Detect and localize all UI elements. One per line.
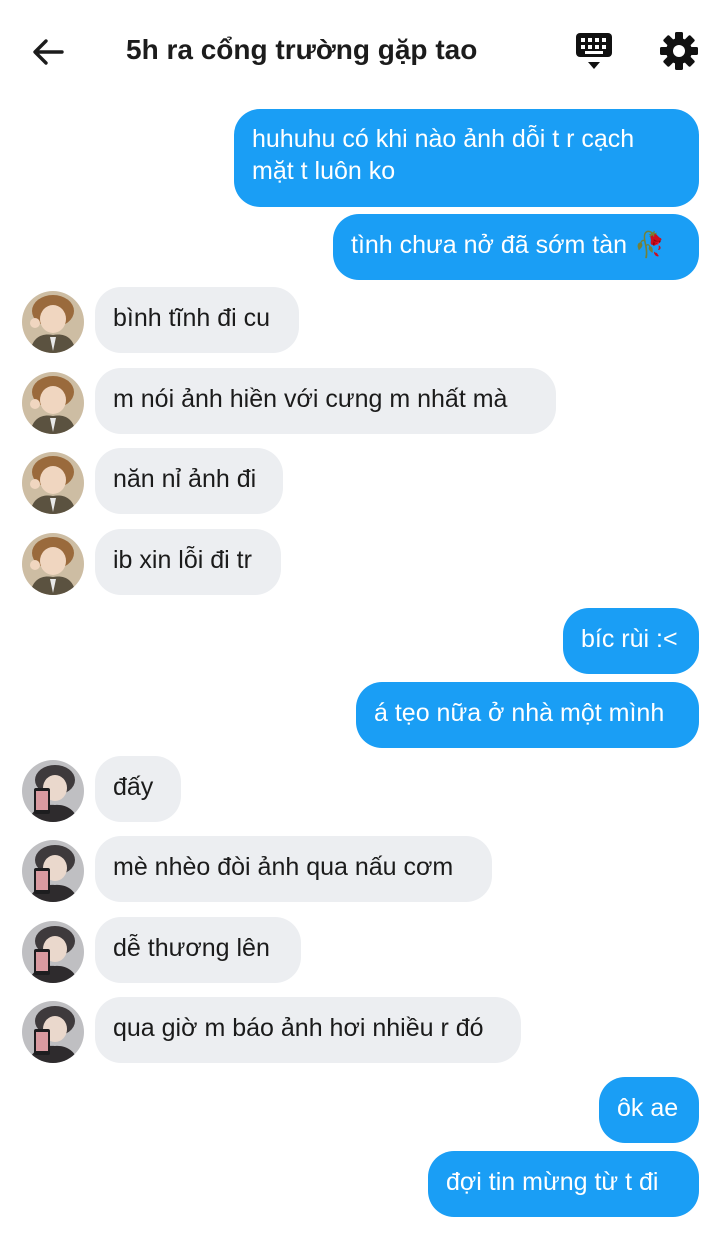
- message-text: dễ thương lên: [113, 934, 270, 962]
- message-bubble-incoming[interactable]: m nói ảnh hiền với cưng m nhất mà: [95, 368, 556, 434]
- message-text: bíc rùi :<: [581, 625, 678, 653]
- avatar-contact-a[interactable]: [22, 291, 84, 353]
- message-text: ôk ae: [617, 1094, 679, 1122]
- avatar-photo-icon: [22, 372, 84, 434]
- message-text: mè nhèo đòi ảnh qua nấu cơm: [113, 853, 454, 881]
- message-text: qua giờ m báo ảnh hơi nhiều r đó: [113, 1014, 484, 1042]
- message-bubble-outgoing[interactable]: ôk ae: [599, 1077, 699, 1143]
- chat-title: 5h ra cổng trường gặp tao: [126, 34, 478, 65]
- message-bubble-incoming[interactable]: qua giờ m báo ảnh hơi nhiều r đó: [95, 997, 521, 1063]
- avatar-photo-icon: [22, 840, 84, 902]
- message-bubble-incoming[interactable]: đấy: [95, 756, 181, 822]
- message-bubble-incoming[interactable]: dễ thương lên: [95, 917, 301, 983]
- avatar-photo-icon: [22, 452, 84, 514]
- message-bubble-incoming[interactable]: năn nỉ ảnh đi: [95, 448, 283, 514]
- message-text: huhuhu có khi nào ảnh dỗi t r cạch: [252, 125, 635, 153]
- avatar-contact-a[interactable]: [22, 372, 84, 434]
- message-bubble-outgoing[interactable]: bíc rùi :<: [563, 608, 699, 674]
- arrow-left-icon: [33, 39, 64, 65]
- message-text: mặt t luôn ko: [252, 157, 396, 185]
- back-button[interactable]: [26, 30, 70, 74]
- message-text: tình chưa nở đã sớm tàn 🥀: [351, 231, 666, 259]
- message-bubble-outgoing[interactable]: huhuhu có khi nào ảnh dỗi t r cạch mặt t…: [234, 109, 699, 207]
- message-bubble-outgoing[interactable]: tình chưa nở đã sớm tàn 🥀: [333, 214, 699, 280]
- message-bubble-incoming[interactable]: mè nhèo đòi ảnh qua nấu cơm: [95, 836, 492, 902]
- avatar-photo-icon: [22, 760, 84, 822]
- avatar-photo-icon: [22, 921, 84, 983]
- keyboard-button[interactable]: [574, 30, 614, 72]
- message-text: ib xin lỗi đi tr: [113, 546, 252, 574]
- message-text: m nói ảnh hiền với cưng m nhất mà: [113, 385, 508, 413]
- avatar-contact-b[interactable]: [22, 1001, 84, 1063]
- message-bubble-incoming[interactable]: ib xin lỗi đi tr: [95, 529, 281, 595]
- message-text: bình tĩnh đi cu: [113, 304, 271, 332]
- message-text: đợi tin mừng từ t đi: [446, 1168, 659, 1196]
- chat-header: 5h ra cổng trường gặp tao: [0, 0, 720, 100]
- avatar-photo-icon: [22, 1001, 84, 1063]
- avatar-photo-icon: [22, 533, 84, 595]
- keyboard-icon: [576, 33, 612, 69]
- message-bubble-incoming[interactable]: bình tĩnh đi cu: [95, 287, 299, 353]
- message-bubble-outgoing[interactable]: á tẹo nữa ở nhà một mình: [356, 682, 699, 748]
- message-text: á tẹo nữa ở nhà một mình: [374, 699, 665, 727]
- avatar-contact-b[interactable]: [22, 840, 84, 902]
- message-text: năn nỉ ảnh đi: [113, 465, 257, 493]
- message-bubble-outgoing[interactable]: đợi tin mừng từ t đi: [428, 1151, 699, 1217]
- gear-icon: [660, 32, 698, 70]
- avatar-contact-a[interactable]: [22, 533, 84, 595]
- avatar-contact-b[interactable]: [22, 921, 84, 983]
- avatar-contact-a[interactable]: [22, 452, 84, 514]
- avatar-photo-icon: [22, 291, 84, 353]
- settings-button[interactable]: [658, 30, 700, 72]
- message-text: đấy: [113, 773, 154, 801]
- avatar-contact-b[interactable]: [22, 760, 84, 822]
